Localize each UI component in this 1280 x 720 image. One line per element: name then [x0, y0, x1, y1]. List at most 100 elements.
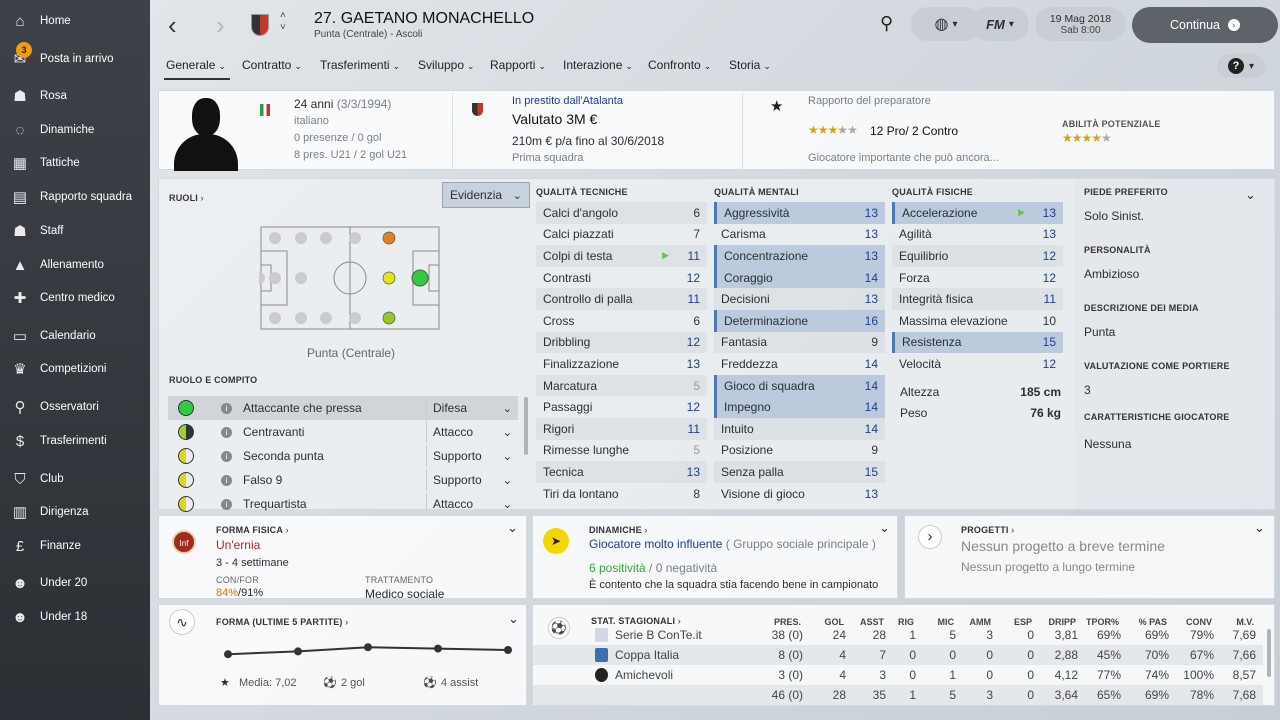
- role-row[interactable]: i Falso 9 Supporto ⌄: [168, 468, 518, 492]
- attribute-row[interactable]: Passaggi 12: [536, 396, 707, 418]
- sidebar-item-staff[interactable]: ☗ Staff: [0, 216, 150, 246]
- tab-interazione[interactable]: Interazione ⌄: [563, 58, 633, 72]
- sidebar-item-squad-report[interactable]: ▤ Rapporto squadra: [0, 182, 150, 212]
- duty-select[interactable]: Attacco ⌄: [426, 493, 518, 515]
- attribute-row[interactable]: Integrità fisica 11: [892, 288, 1063, 310]
- tab-generale[interactable]: Generale ⌄: [166, 58, 226, 72]
- attribute-row[interactable]: Tiri da lontano 8: [536, 483, 707, 505]
- stat-row[interactable]: Amichevoli 3 (0) 4 3 0 1 0 0 4,12 77% 74% 100% 8,57: [533, 665, 1263, 685]
- attribute-row[interactable]: Calci piazzati 7: [536, 224, 707, 246]
- stats-scrollbar[interactable]: [1267, 629, 1271, 677]
- stat-row[interactable]: Coppa Italia 8 (0) 4 7 0 0 0 0 2,88 45% 70% 67% 7,66: [533, 645, 1263, 665]
- info-icon[interactable]: i: [221, 426, 232, 438]
- chevron-right-circle-icon[interactable]: ›: [918, 525, 942, 549]
- attribute-row[interactable]: Visione di gioco 13: [714, 483, 885, 505]
- chevron-down-icon[interactable]: ⌄: [879, 520, 890, 536]
- attribute-row[interactable]: Fantasia 9: [714, 331, 885, 354]
- fitness-header[interactable]: FORMA FISICA ›: [216, 522, 289, 536]
- sidebar-item-club[interactable]: ⛉ Club: [0, 464, 150, 494]
- attribute-row[interactable]: Calci d'angolo 6: [536, 202, 707, 224]
- duty-select[interactable]: Supporto ⌄: [426, 469, 518, 491]
- sidebar-item-board[interactable]: ▥ Dirigenza: [0, 497, 150, 527]
- stat-row[interactable]: 46 (0) 28 35 1 5 3 0 3,64 65% 69% 78% 7,68: [533, 685, 1263, 705]
- info-icon[interactable]: i: [221, 474, 232, 486]
- attribute-row[interactable]: Forza 12: [892, 267, 1063, 289]
- attribute-row[interactable]: Contrasti 12: [536, 267, 707, 289]
- role-row[interactable]: i Centravanti Attacco ⌄: [168, 420, 518, 444]
- sidebar-item-calendar[interactable]: ▭ Calendario: [0, 321, 150, 351]
- info-icon[interactable]: i: [221, 498, 232, 510]
- sidebar-item-medical[interactable]: ✚ Centro medico: [0, 283, 150, 313]
- duty-select[interactable]: Difesa ⌄: [426, 397, 518, 419]
- attribute-row[interactable]: Concentrazione 13: [714, 245, 885, 267]
- tab-rapporti[interactable]: Rapporti ⌄: [490, 58, 546, 72]
- duty-select[interactable]: Attacco ⌄: [426, 421, 518, 443]
- sidebar-item-u20[interactable]: ☻ Under 20: [0, 568, 150, 598]
- attribute-row[interactable]: Cross 6: [536, 310, 707, 332]
- attribute-row[interactable]: Resistenza 15: [892, 331, 1063, 354]
- form-point[interactable]: [224, 650, 232, 659]
- attribute-row[interactable]: Carisma 13: [714, 224, 885, 246]
- role-row[interactable]: i Trequartista Attacco ⌄: [168, 492, 518, 516]
- help-button[interactable]: ? ▾: [1217, 54, 1265, 78]
- chevron-down-icon[interactable]: ⌄: [508, 611, 519, 627]
- attribute-row[interactable]: Posizione 9: [714, 440, 885, 462]
- highlight-dropdown[interactable]: Evidenzia ⌄: [442, 182, 530, 208]
- coach-report-link[interactable]: Rapporto del preparatore: [808, 95, 931, 107]
- attribute-row[interactable]: Dribbling 12: [536, 331, 707, 354]
- tab-trasferimenti[interactable]: Trasferimenti ⌄: [320, 58, 400, 72]
- role-row[interactable]: i Seconda punta Supporto ⌄: [168, 444, 518, 468]
- attribute-row[interactable]: Marcatura 5: [536, 374, 707, 397]
- sidebar-item-training[interactable]: ▲ Allenamento: [0, 250, 150, 280]
- role-row[interactable]: i Attaccante che pressa Difesa ⌄: [168, 396, 518, 420]
- continue-button[interactable]: Continua ›: [1132, 7, 1278, 43]
- attribute-row[interactable]: Gioco di squadra 14: [714, 374, 885, 397]
- attribute-row[interactable]: Rigori 11: [536, 418, 707, 440]
- attribute-row[interactable]: Agilità 13: [892, 224, 1063, 246]
- tab-confronto[interactable]: Confronto ⌄: [648, 58, 711, 72]
- fm-menu-button[interactable]: FM ▾: [971, 7, 1029, 41]
- sidebar-item-inbox[interactable]: ✉ 3 Posta in arrivo: [0, 42, 150, 74]
- attribute-row[interactable]: Tecnica 13: [536, 461, 707, 483]
- sidebar-item-finance[interactable]: £ Finanze: [0, 531, 150, 561]
- tab-sviluppo[interactable]: Sviluppo ⌄: [418, 58, 475, 72]
- attribute-row[interactable]: Equilibrio 12: [892, 245, 1063, 267]
- dynamics-header[interactable]: DINAMICHE ›: [589, 522, 647, 536]
- sidebar-item-squad[interactable]: ☗ Rosa: [0, 81, 150, 111]
- player-switcher-icon[interactable]: ˄ ˅: [280, 10, 286, 34]
- roles-header[interactable]: RUOLI ›: [169, 190, 204, 204]
- sidebar-item-u18[interactable]: ☻ Under 18: [0, 602, 150, 632]
- sidebar-item-trophy[interactable]: ♛ Competizioni: [0, 354, 150, 384]
- projects-header[interactable]: PROGETTI ›: [961, 522, 1014, 536]
- sidebar-item-scouting[interactable]: ⚲ Osservatori: [0, 392, 150, 422]
- forward-button[interactable]: ›: [216, 10, 225, 41]
- attribute-row[interactable]: Senza palla 15: [714, 461, 885, 483]
- tab-storia[interactable]: Storia ⌄: [729, 58, 771, 72]
- back-button[interactable]: ‹: [168, 10, 177, 41]
- form-header[interactable]: FORMA (ULTIME 5 PARTITE) ›: [216, 614, 348, 628]
- duty-select[interactable]: Supporto ⌄: [426, 445, 518, 467]
- attribute-row[interactable]: Finalizzazione 13: [536, 353, 707, 375]
- attribute-row[interactable]: Impegno 14: [714, 396, 885, 418]
- loan-link[interactable]: In prestito dall'Atalanta: [512, 95, 623, 107]
- attribute-row[interactable]: Rimesse lunghe 5: [536, 440, 707, 462]
- chevron-down-icon[interactable]: ⌄: [1254, 520, 1265, 536]
- info-icon[interactable]: i: [221, 402, 232, 414]
- chevron-down-icon[interactable]: ⌄: [507, 520, 518, 536]
- attribute-row[interactable]: Intuito 14: [714, 418, 885, 440]
- sidebar-item-dynamics[interactable]: ◌ Dinamiche: [0, 115, 150, 145]
- form-point[interactable]: [434, 644, 442, 653]
- attribute-row[interactable]: Freddezza 14: [714, 353, 885, 375]
- attribute-row[interactable]: Accelerazione ▶ 13: [892, 202, 1063, 224]
- tab-contratto[interactable]: Contratto ⌄: [242, 58, 302, 72]
- search-icon[interactable]: ⚲: [880, 13, 893, 34]
- role-list-scrollbar[interactable]: [524, 397, 528, 455]
- info-icon[interactable]: i: [221, 450, 232, 462]
- form-point[interactable]: [294, 647, 302, 656]
- attribute-row[interactable]: Aggressività 13: [714, 202, 885, 224]
- chevron-down-icon[interactable]: ⌄: [1245, 187, 1256, 203]
- form-point[interactable]: [504, 646, 512, 654]
- attribute-row[interactable]: Massima elevazione 10: [892, 310, 1063, 332]
- attribute-row[interactable]: Colpi di testa ▶ 11: [536, 245, 707, 267]
- attribute-row[interactable]: Coraggio 14: [714, 266, 885, 289]
